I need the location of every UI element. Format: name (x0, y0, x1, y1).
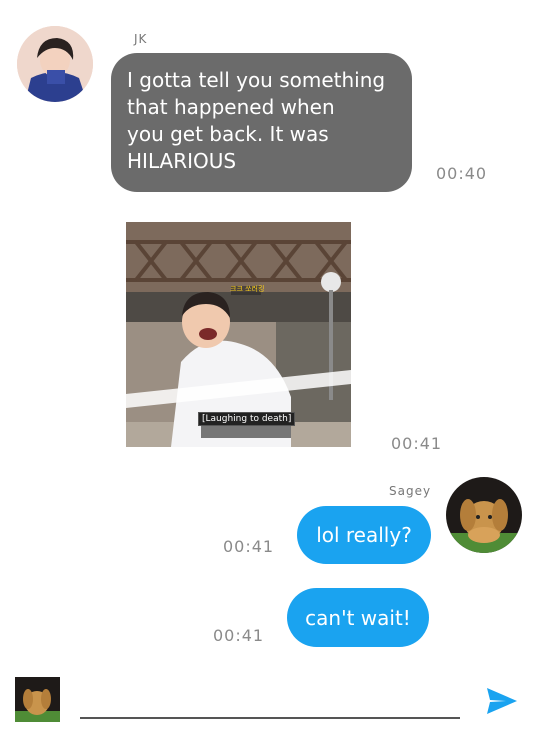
message-time: 00:40 (436, 164, 488, 183)
message-image[interactable]: 크크 쏘러킹 [Laughing to death] (126, 222, 351, 447)
message-line: that happened when (127, 95, 335, 119)
message-bubble-outgoing[interactable]: lol really? (297, 506, 431, 564)
image-top-caption: 크크 쏘러킹 (230, 285, 265, 293)
sagey-avatar[interactable] (446, 477, 522, 553)
bunny-thumbnail (15, 677, 60, 722)
image-caption: [Laughing to death] (198, 412, 296, 426)
message-time: 00:41 (223, 537, 275, 556)
message-text: lol really? (316, 523, 412, 547)
message-bubble-incoming[interactable]: I gotta tell you something that happened… (111, 53, 412, 192)
bunny-avatar-image (446, 477, 522, 553)
message-input-underline[interactable] (80, 717, 460, 719)
message-line: you get back. It was (127, 122, 329, 146)
send-button[interactable] (486, 686, 518, 716)
message-line: I gotta tell you something (127, 68, 386, 92)
sender-name-sagey: Sagey (389, 484, 432, 498)
send-icon (487, 688, 517, 714)
message-text: can't wait! (305, 605, 411, 630)
message-line: HILARIOUS (127, 149, 237, 173)
jk-avatar[interactable] (17, 26, 93, 102)
message-bubble-outgoing[interactable]: can't wait! (287, 588, 429, 647)
composer-avatar[interactable] (15, 677, 60, 722)
message-time: 00:41 (213, 626, 265, 645)
message-time: 00:41 (391, 434, 443, 453)
jk-avatar-image (17, 26, 93, 102)
sender-name-jk: JK (134, 32, 148, 46)
